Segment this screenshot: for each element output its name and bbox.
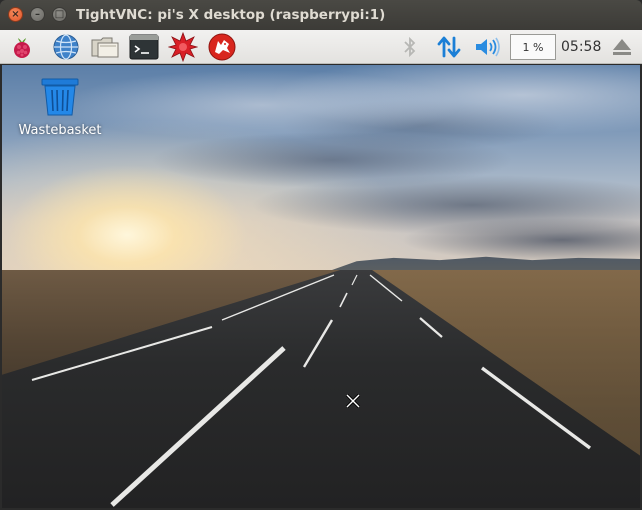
file-manager-button[interactable]: [89, 32, 121, 62]
x-cursor-icon: [345, 393, 361, 409]
eject-button[interactable]: [607, 32, 637, 62]
terminal-icon: [129, 34, 159, 60]
window-title: TightVNC: pi's X desktop (raspberrypi:1): [76, 7, 386, 23]
wolfram-button[interactable]: [206, 32, 238, 62]
mathematica-button[interactable]: [167, 32, 199, 62]
desktop-icon-label: Wastebasket: [18, 123, 102, 138]
minimize-window-button[interactable]: –: [30, 7, 45, 22]
minimize-icon: –: [35, 8, 40, 20]
volume-icon: [476, 37, 500, 57]
eject-icon: [613, 39, 631, 55]
desktop-icon-wastebasket[interactable]: Wastebasket: [10, 77, 110, 147]
menu-button[interactable]: [6, 32, 38, 62]
cpu-usage-monitor[interactable]: 1 %: [510, 34, 556, 60]
globe-icon: [53, 34, 79, 60]
bluetooth-button[interactable]: [395, 32, 425, 62]
cpu-usage-value: 1 %: [522, 40, 544, 54]
top-panel: 1 % 05:58: [0, 30, 642, 64]
wolfram-icon: [208, 33, 236, 61]
desktop[interactable]: Wastebasket: [2, 65, 640, 508]
raspberry-icon: [14, 38, 30, 58]
terminal-button[interactable]: [128, 32, 160, 62]
clock[interactable]: 05:58: [561, 39, 601, 55]
network-button[interactable]: [433, 32, 465, 62]
volume-button[interactable]: [472, 32, 504, 62]
maximize-icon: □: [54, 8, 65, 20]
maximize-window-button[interactable]: □: [52, 7, 67, 22]
bluetooth-icon: [404, 36, 416, 58]
window-titlebar[interactable]: × – □ TightVNC: pi's X desktop (raspberr…: [0, 0, 642, 30]
web-browser-button[interactable]: [50, 32, 82, 62]
trash-icon: [41, 78, 79, 116]
close-window-button[interactable]: ×: [8, 7, 23, 22]
network-updown-icon: [437, 36, 461, 58]
close-icon: ×: [11, 8, 20, 20]
folder-icon: [91, 37, 119, 58]
mathematica-icon: [168, 32, 198, 62]
